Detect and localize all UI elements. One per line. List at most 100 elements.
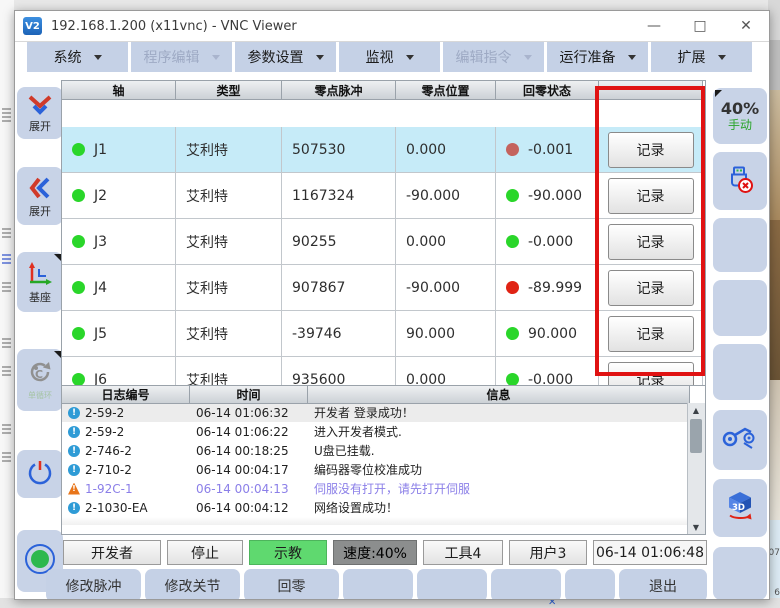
menu-label: 系统 xyxy=(54,47,82,67)
type-cell: 艾利特 xyxy=(176,265,282,311)
menu-label: 程序编辑 xyxy=(144,47,200,67)
modify-joint-button[interactable]: 修改关节 xyxy=(145,569,240,600)
record-cell: 记录 xyxy=(599,219,703,265)
log-message-cell: 网络设置成功！ xyxy=(308,498,690,517)
axis-cell: J5 xyxy=(62,311,176,357)
background-artifact xyxy=(2,282,11,294)
exit-button[interactable]: 退出 xyxy=(619,569,707,600)
record-button-j2[interactable]: 记录 xyxy=(608,178,694,214)
record-button-j5[interactable]: 记录 xyxy=(608,316,694,352)
log-row-clipped xyxy=(62,517,705,525)
record-button-j1[interactable]: 记录 xyxy=(608,132,694,168)
pulse-cell: 90255 xyxy=(282,219,396,265)
chevron-down-icon xyxy=(212,55,220,60)
type-cell: 艾利特 xyxy=(176,127,282,173)
log-row[interactable]: 1-92C-1 06-14 00:04:13 伺服没有打开，请先打开伺服 xyxy=(62,479,705,498)
bottom-function-bar: 修改脉冲 修改关节 回零 退出 xyxy=(46,569,707,600)
status-user-frame[interactable]: 用户3 xyxy=(509,540,587,565)
status-tool[interactable]: 工具4 xyxy=(423,540,503,565)
menu-run-prepare[interactable]: 运行准备 xyxy=(547,42,648,72)
log-id: 2-710-2 xyxy=(85,463,132,477)
log-time-cell: 06-14 01:06:22 xyxy=(190,422,308,441)
maximize-button[interactable]: □ xyxy=(677,12,723,41)
menu-label: 参数设置 xyxy=(248,47,304,67)
menu-extension[interactable]: 扩展 xyxy=(651,42,752,72)
chevron-down-icon xyxy=(628,55,636,60)
base-frame-icon xyxy=(27,261,53,291)
status-user-mode[interactable]: 开发者 xyxy=(63,540,161,565)
log-row[interactable]: 2-746-2 06-14 00:18:25 U盘已挂载. xyxy=(62,441,705,460)
menu-system[interactable]: 系统 xyxy=(27,42,128,72)
close-button[interactable]: ✕ xyxy=(723,12,769,41)
status-teach-mode[interactable]: 示教 xyxy=(249,540,327,565)
modify-pulse-button[interactable]: 修改脉冲 xyxy=(46,569,141,600)
empty-function-button[interactable] xyxy=(343,569,413,600)
home-status-dot xyxy=(506,281,519,294)
status-run-state[interactable]: 停止 xyxy=(167,540,243,565)
view-3d-button[interactable]: 3D xyxy=(713,479,767,537)
column-header-time: 时间 xyxy=(190,386,308,404)
log-message-cell: 开发者 登录成功！ xyxy=(308,403,690,422)
log-id: 2-59-2 xyxy=(85,425,124,439)
power-button[interactable] xyxy=(17,450,63,498)
scrollbar-thumb[interactable] xyxy=(690,419,702,453)
log-row[interactable]: 2-59-2 06-14 01:06:22 进入开发者模式. xyxy=(62,422,705,441)
pulse-cell: -39746 xyxy=(282,311,396,357)
home-button[interactable]: 回零 xyxy=(244,569,339,600)
column-header-zero-pulse: 零点脉冲 xyxy=(282,81,396,100)
robot-arm-icon xyxy=(722,425,758,455)
log-id-cell: 2-59-2 xyxy=(62,422,190,441)
sidebar-label: 单循环 xyxy=(28,390,52,402)
empty-function-button[interactable] xyxy=(417,569,487,600)
menu-program-edit[interactable]: 程序编辑 xyxy=(131,42,232,72)
single-cycle-button[interactable]: C 单循环 xyxy=(17,349,63,411)
minimize-button[interactable]: — xyxy=(631,12,677,41)
home-status-value: -0.001 xyxy=(528,142,573,158)
column-header-type: 类型 xyxy=(176,81,282,100)
position-cell: 0.000 xyxy=(396,219,496,265)
background-artifact xyxy=(2,452,11,464)
log-scrollbar[interactable]: ▲ ▼ xyxy=(687,403,705,534)
scroll-down-icon[interactable]: ▼ xyxy=(688,520,704,534)
info-icon xyxy=(68,502,80,514)
home-status-cell: 90.000 xyxy=(496,311,599,357)
menu-parameter-settings[interactable]: 参数设置 xyxy=(235,42,336,72)
expand-down-button[interactable]: 展开 xyxy=(17,87,63,139)
window-title: 192.168.1.200 (x11vnc) - VNC Viewer xyxy=(51,19,631,34)
record-button-j3[interactable]: 记录 xyxy=(608,224,694,260)
log-id-cell: 2-1030-EA xyxy=(62,498,190,517)
log-row[interactable]: 2-59-2 06-14 01:06:32 开发者 登录成功！ xyxy=(62,403,705,422)
speed-mode-button[interactable]: 40% 手动 xyxy=(713,88,767,144)
empty-panel-button[interactable] xyxy=(713,344,767,400)
menu-label: 扩展 xyxy=(678,47,706,67)
record-button-j4[interactable]: 记录 xyxy=(608,270,694,306)
log-row[interactable]: 2-1030-EA 06-14 00:04:12 网络设置成功！ xyxy=(62,498,705,517)
empty-panel-button[interactable] xyxy=(713,280,767,336)
base-frame-button[interactable]: 基座 xyxy=(17,252,63,312)
info-icon xyxy=(68,464,80,476)
window-titlebar: V2 192.168.1.200 (x11vnc) - VNC Viewer —… xyxy=(15,11,769,42)
menu-edit-command[interactable]: 编辑指令 xyxy=(443,42,544,72)
home-status-dot xyxy=(506,235,519,248)
background-artifact xyxy=(2,338,11,350)
empty-panel-button[interactable] xyxy=(713,218,767,272)
home-status-cell: -0.001 xyxy=(496,127,599,173)
axis-label: J5 xyxy=(94,326,107,342)
usb-unmount-button[interactable] xyxy=(713,152,767,210)
status-speed[interactable]: 速度:40% xyxy=(333,540,417,565)
column-header-record xyxy=(599,81,703,100)
usb-error-icon xyxy=(725,164,755,198)
empty-function-button[interactable] xyxy=(491,569,561,600)
home-status-cell: -90.000 xyxy=(496,173,599,219)
empty-function-button[interactable] xyxy=(565,569,615,600)
log-time-cell: 06-14 00:18:25 xyxy=(190,441,308,460)
empty-panel-button[interactable] xyxy=(713,547,767,600)
axis-label: J1 xyxy=(94,142,107,158)
expand-left-button[interactable]: 展开 xyxy=(17,167,63,225)
drag-teach-button[interactable] xyxy=(713,410,767,470)
scroll-up-icon[interactable]: ▲ xyxy=(688,403,704,417)
menu-monitor[interactable]: 监视 xyxy=(339,42,440,72)
log-row[interactable]: 2-710-2 06-14 00:04:17 编码器零位校准成功 xyxy=(62,460,705,479)
axis-status-dot xyxy=(72,189,85,202)
chevron-down-icon xyxy=(718,55,726,60)
